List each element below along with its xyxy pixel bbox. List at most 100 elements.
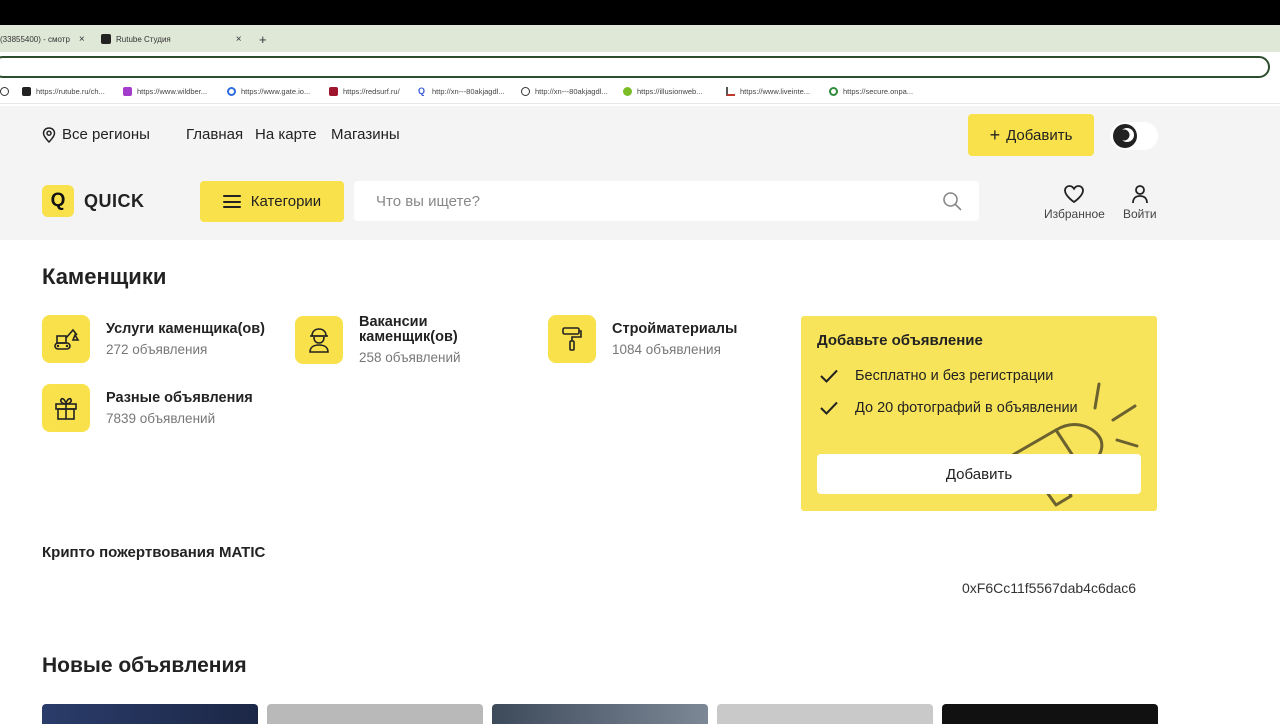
wildberries-icon — [123, 87, 132, 96]
bookmark-xn-1[interactable]: Qhttp://xn---80akjagdl... — [418, 86, 505, 97]
location-pin-icon — [42, 126, 56, 143]
crypto-address[interactable]: 0xF6Cc11f5567dab4c6dac6 — [962, 580, 1158, 596]
bookmark-label: https://secure.onpa... — [843, 87, 914, 96]
add-ad-label: Добавить — [1006, 126, 1073, 144]
search-input[interactable] — [376, 191, 936, 211]
new-tab-button[interactable]: + — [259, 29, 267, 49]
close-icon[interactable]: × — [79, 34, 85, 45]
nav-shops[interactable]: Магазины — [331, 126, 400, 143]
promo-benefit: До 20 фотографий в объявлении — [819, 400, 1078, 416]
bookmark-label: https://www.wildber... — [137, 87, 208, 96]
logo-mark: Q — [42, 185, 74, 217]
bookmark-item[interactable] — [0, 87, 9, 96]
bookmark-label: https://www.gate.io... — [241, 87, 311, 96]
category-title: Услуги каменщика(ов) — [106, 320, 266, 337]
tab-rutube-studio[interactable]: Rutube Студия × — [101, 29, 242, 49]
promo-benefit: Бесплатно и без регистрации — [819, 368, 1053, 384]
gate-icon — [227, 87, 236, 96]
site-logo[interactable]: Q QUICK — [42, 185, 145, 217]
bookmark-illusion[interactable]: https://illusionweb... — [623, 87, 702, 96]
search-q-icon: Q — [418, 86, 426, 96]
bookmarks-bar: https://rutube.ru/ch... https://www.wild… — [0, 82, 1280, 104]
promo-title: Добавьте объявление — [817, 332, 983, 349]
categories-button[interactable]: Категории — [200, 181, 344, 222]
rutube-icon — [22, 87, 31, 96]
page-title: Каменщики — [42, 264, 167, 289]
ad-card[interactable] — [267, 704, 483, 724]
category-masonry-vacancies[interactable]: Вакансии каменщик(ов) 258 объявлений — [295, 315, 509, 365]
promo-benefit-label: Бесплатно и без регистрации — [855, 368, 1054, 384]
globe-icon — [521, 87, 530, 96]
bookmark-redsurf[interactable]: https://redsurf.ru/ — [329, 87, 400, 96]
tab-label: (33855400) - смотр — [0, 34, 70, 44]
heart-icon — [1064, 185, 1085, 204]
power-icon — [829, 87, 838, 96]
check-icon — [820, 401, 838, 415]
close-icon[interactable]: × — [236, 34, 242, 45]
bookmark-xn-2[interactable]: http://xn---80akjagdl... — [521, 87, 608, 96]
login-label: Войти — [1123, 207, 1157, 221]
bookmark-liveinternet[interactable]: https://www.livеinte... — [726, 87, 810, 96]
favorites-label: Избранное — [1044, 207, 1105, 221]
search-icon[interactable] — [942, 191, 962, 211]
paint-roller-icon — [548, 315, 596, 363]
ad-card[interactable] — [42, 704, 258, 724]
new-ads-title: Новые объявления — [42, 654, 247, 677]
worker-icon — [295, 316, 343, 364]
nav-map[interactable]: На карте — [255, 126, 317, 143]
gift-icon — [42, 384, 90, 432]
favorites-button[interactable]: Избранное — [1044, 184, 1105, 221]
excavator-icon — [42, 315, 90, 363]
category-count: 7839 объявлений — [106, 410, 216, 426]
promo-add-button[interactable]: Добавить — [817, 454, 1141, 494]
categories-label: Категории — [250, 193, 322, 210]
bookmark-label: https://redsurf.ru/ — [343, 87, 400, 96]
nav-home[interactable]: Главная — [186, 126, 243, 143]
crypto-title: Крипто пожертвования MATIC — [42, 544, 266, 561]
category-masonry-services[interactable]: Услуги каменщика(ов) 272 объявления — [42, 315, 265, 363]
redsurf-icon — [329, 87, 338, 96]
bookmark-label: http://xn---80akjagdl... — [535, 87, 608, 96]
menu-icon — [222, 195, 241, 208]
globe-icon — [0, 87, 9, 96]
address-bar[interactable] — [0, 56, 1270, 78]
bookmark-label: https://rutube.ru/ch... — [36, 87, 105, 96]
category-count: 1084 объявления — [612, 341, 721, 357]
search-box — [354, 181, 979, 221]
user-icon — [1131, 185, 1148, 204]
logo-text: QUICK — [84, 190, 145, 211]
tab-label: Rutube Студия — [116, 34, 171, 44]
add-ad-promo: Добавьте объявление Бесплатно и без реги… — [801, 316, 1157, 511]
region-label: Все регионы — [62, 126, 150, 143]
bookmark-rutube[interactable]: https://rutube.ru/ch... — [22, 87, 105, 96]
check-icon — [820, 369, 838, 383]
moon-icon — [1113, 124, 1137, 148]
add-ad-button[interactable]: + Добавить — [968, 114, 1094, 156]
region-selector[interactable]: Все регионы — [42, 126, 150, 143]
bookmark-label: http://xn---80akjagdl... — [432, 87, 505, 96]
bookmark-onpay[interactable]: https://secure.onpa... — [829, 87, 913, 96]
chart-icon — [726, 87, 735, 96]
ad-card[interactable] — [942, 704, 1158, 724]
category-building-materials[interactable]: Стройматериалы 1084 объявления — [548, 315, 737, 363]
tab-rutube-video[interactable]: (33855400) - смотр × — [0, 29, 85, 49]
rutube-icon — [101, 34, 111, 44]
ad-card[interactable] — [492, 704, 708, 724]
illusion-icon — [623, 87, 632, 96]
category-title: Разные объявления — [106, 389, 253, 406]
category-title: Вакансии каменщик(ов) — [359, 314, 458, 345]
category-count: 258 объявлений — [359, 350, 461, 365]
promo-benefit-label: До 20 фотографий в объявлении — [855, 400, 1078, 416]
category-title: Стройматериалы — [612, 320, 738, 337]
bookmark-label: https://www.livеinte... — [740, 87, 811, 96]
plus-icon: + — [989, 124, 1001, 145]
login-button[interactable]: Войти — [1123, 184, 1157, 221]
window-titlebar — [0, 0, 1280, 25]
bookmark-gate[interactable]: https://www.gate.io... — [227, 87, 310, 96]
category-misc-ads[interactable]: Разные объявления 7839 объявлений — [42, 384, 253, 432]
bookmark-label: https://illusionweb... — [637, 87, 703, 96]
ad-card[interactable] — [717, 704, 933, 724]
tab-strip: (33855400) - смотр × Rutube Студия × + — [0, 25, 1280, 52]
bookmark-wildberries[interactable]: https://www.wildber... — [123, 87, 207, 96]
plus-icon: + — [259, 31, 267, 47]
